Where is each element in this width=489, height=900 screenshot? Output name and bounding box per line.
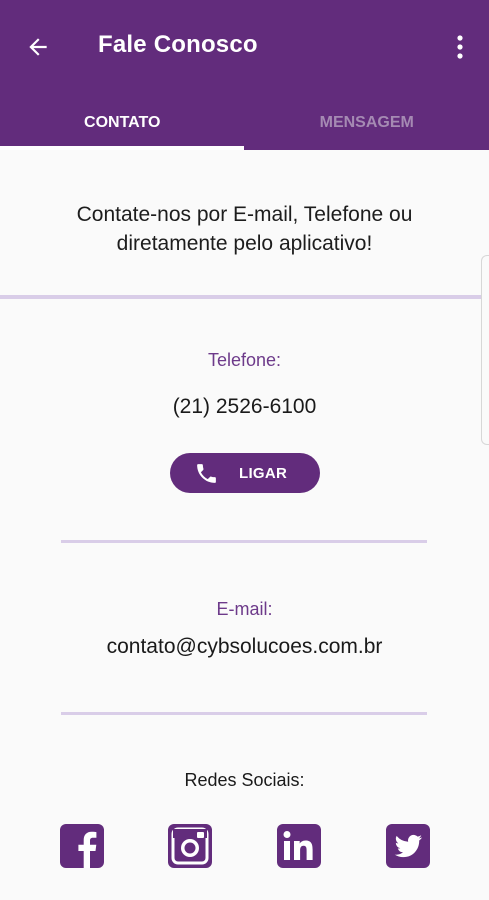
arrow-left-icon — [29, 38, 47, 56]
call-button-label: LIGAR — [239, 465, 288, 482]
section-divider — [0, 295, 489, 299]
phone-value: (21) 2526-6100 — [172, 395, 317, 418]
tab-mensagem[interactable]: MENSAGEM — [245, 95, 489, 150]
divider-phone — [61, 540, 427, 543]
facebook-button[interactable] — [60, 824, 104, 868]
phone-icon — [197, 464, 216, 483]
intro-line-2: diretamente pelo aplicativo! — [116, 232, 373, 255]
edge-panel-handle[interactable] — [481, 255, 489, 445]
tab-bar: CONTATO MENSAGEM — [0, 95, 489, 150]
linkedin-icon — [277, 824, 321, 868]
linkedin-button[interactable] — [277, 824, 321, 868]
more-vertical-icon — [457, 35, 463, 59]
phone-label: Telefone: — [207, 350, 282, 370]
email-value: contato@cybsolucoes.com.br — [106, 635, 383, 658]
instagram-button[interactable] — [168, 824, 212, 868]
facebook-icon — [60, 824, 104, 868]
call-button[interactable]: LIGAR — [170, 453, 320, 493]
social-label: Redes Sociais: — [184, 770, 305, 790]
intro-text: Contate-nos por E-mail, Telefone ou dire… — [0, 200, 489, 258]
page-title: Fale Conosco — [98, 31, 258, 58]
tab-indicator — [0, 146, 244, 150]
twitter-icon — [386, 824, 430, 868]
intro-line-1: Contate-nos por E-mail, Telefone ou — [76, 203, 413, 226]
app-bar: Fale Conosco CONTATO MENSAGEM — [0, 0, 489, 150]
toolbar: Fale Conosco — [0, 0, 489, 95]
tab-contato[interactable]: CONTATO — [0, 95, 245, 150]
instagram-icon — [168, 824, 212, 868]
email-label: E-mail: — [216, 599, 273, 619]
back-button[interactable] — [18, 27, 58, 67]
twitter-button[interactable] — [386, 824, 430, 868]
divider-email — [61, 712, 427, 715]
overflow-menu-button[interactable] — [445, 27, 475, 67]
